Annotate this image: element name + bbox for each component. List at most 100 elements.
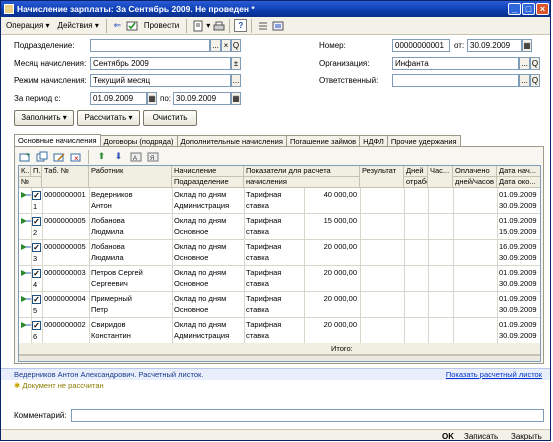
col-indicators[interactable]: Показатели для расчета [244,166,360,177]
indicator-cell-2: ставка [246,227,269,236]
table-row[interactable]: ✓ 6 0000000002 Свиридов Константин Оклад по д… [19,318,540,344]
indicator-cell-2: ставка [246,279,269,288]
include-checkbox[interactable]: ✓ [32,191,41,200]
indicator-cell-2: ставка [246,305,269,314]
actions-menu[interactable]: Действия ▾ [55,18,102,33]
calendar-icon[interactable]: ▦ [522,39,532,52]
select-button[interactable]: ... [519,57,530,70]
footer-bar: OK Записать Закрыть [1,429,550,440]
horizontal-scrollbar[interactable] [19,355,540,361]
month-field[interactable]: Сентябрь 2009 [90,57,231,70]
col-days[interactable]: Дней [404,166,428,177]
period-from-field[interactable]: 01.09.2009 [90,92,147,105]
print-icon[interactable] [212,19,225,32]
col-tab-number[interactable]: Таб. № [42,166,89,188]
close-button[interactable]: Закрыть [511,430,542,440]
move-up-icon[interactable]: ⬆ [95,150,108,163]
open-icon[interactable]: Q [530,74,540,87]
clear-button[interactable]: Очистить [143,110,197,126]
tab-number-cell: 0000000002 [44,320,86,329]
include-checkbox[interactable]: ✓ [32,295,41,304]
stepper-icon[interactable]: ± [231,57,241,70]
select-button[interactable]: ... [231,74,241,87]
include-checkbox[interactable]: ✓ [32,321,41,330]
add-row-icon[interactable]: + [18,150,31,163]
post-icon[interactable] [126,19,139,32]
include-checkbox[interactable]: ✓ [32,243,41,252]
accrual-row-icon [21,322,31,328]
back-arrow-icon[interactable]: ⇐ [111,19,124,32]
copy-row-icon[interactable] [35,150,48,163]
division-field[interactable] [90,39,210,52]
table-row[interactable]: ✓ 2 0000000005 Лобанова Людмила Оклад по дням… [19,214,540,240]
sort-desc-icon[interactable]: Я [146,150,159,163]
date-start-cell: 16.09.2009 [499,242,537,251]
table-row[interactable]: ✓ 3 0000000005 Лобанова Людмила Оклад по дням… [19,240,540,266]
settings-icon[interactable] [271,19,284,32]
sort-asc-icon[interactable]: A [129,150,142,163]
table-row[interactable]: ✓ 1 0000000001 Ведерников Антон Оклад по дням… [19,188,540,214]
save-button[interactable]: Записать [464,430,498,440]
col-date-end[interactable]: Дата око... [497,177,540,188]
structure-icon[interactable] [191,19,204,32]
column-divider [172,188,173,343]
include-checkbox[interactable]: ✓ [32,269,41,278]
col-hours[interactable]: Час... [428,166,453,188]
col-accrual[interactable]: Начисление [172,166,244,177]
col-p[interactable]: П... [31,166,42,177]
calendar-icon[interactable]: ▦ [231,92,241,105]
open-icon[interactable]: Q [231,39,241,52]
operation-menu[interactable]: Операция ▾ [3,18,53,33]
accrual-cell: Оклад по дням [174,268,227,277]
accrual-row-icon [21,244,31,250]
select-button[interactable]: ... [210,39,221,52]
clear-icon[interactable]: × [221,39,231,52]
col-division[interactable]: Подразделение [172,177,244,188]
division-label: Подразделение: [14,41,75,50]
calendar-icon[interactable]: ▦ [147,92,157,105]
open-icon[interactable]: Q [530,57,540,70]
select-button[interactable]: ... [519,74,530,87]
include-checkbox[interactable]: ✓ [32,217,41,226]
indicator-cell: Тарифная [246,320,282,329]
move-down-icon[interactable]: ⬇ [112,150,125,163]
col-k[interactable]: К... [19,166,31,177]
post-button[interactable]: Провести [141,18,182,33]
table-row[interactable]: ✓ 5 0000000004 Примерный Петр Оклад по дням Ос… [19,292,540,318]
column-divider [304,188,305,343]
date-field[interactable]: 30.09.2009 [467,39,522,52]
col-paid[interactable]: Оплачено [453,166,497,177]
maximize-icon[interactable]: □ [522,3,535,15]
list-icon[interactable] [256,19,269,32]
structure-dropdown[interactable]: ▾ [206,18,210,33]
close-icon[interactable]: × [536,3,549,15]
edit-row-icon[interactable] [52,150,65,163]
fill-button[interactable]: Заполнить ▾ [14,110,74,126]
mode-field[interactable]: Текущий месяц [90,74,231,87]
responsible-field[interactable] [392,74,519,87]
calculate-button[interactable]: Рассчитать ▾ [77,110,140,126]
ok-button[interactable]: OK [442,430,454,440]
column-divider [244,188,245,343]
org-field[interactable]: Инфанта [392,57,519,70]
division-cell: Основное [174,305,209,314]
help-icon[interactable]: ? [234,19,248,32]
show-payslip-link[interactable]: Показать расчетный листок [446,369,542,381]
col-date-start[interactable]: Дата нач... [497,166,540,177]
svg-text:A: A [133,156,137,162]
col-result[interactable]: Результат [360,166,404,188]
accrual-row-icon [21,270,31,276]
minimize-icon[interactable]: _ [508,3,521,15]
amount-cell: 20 000,00 [323,268,357,277]
number-field[interactable]: 00000000001 [392,39,450,52]
svg-text:×: × [74,154,79,163]
column-divider [404,188,405,343]
col-employee[interactable]: Работник [89,166,172,188]
amount-cell: 20 000,00 [323,242,357,251]
amount-cell: 20 000,00 [323,320,357,329]
delete-row-icon[interactable]: × [69,150,82,163]
col-n[interactable]: № [19,177,42,188]
period-to-field[interactable]: 30.09.2009 [173,92,231,105]
table-row[interactable]: ✓ 4 0000000003 Петров Сергей Сергеевич Оклад … [19,266,540,292]
comment-field[interactable] [71,409,544,422]
